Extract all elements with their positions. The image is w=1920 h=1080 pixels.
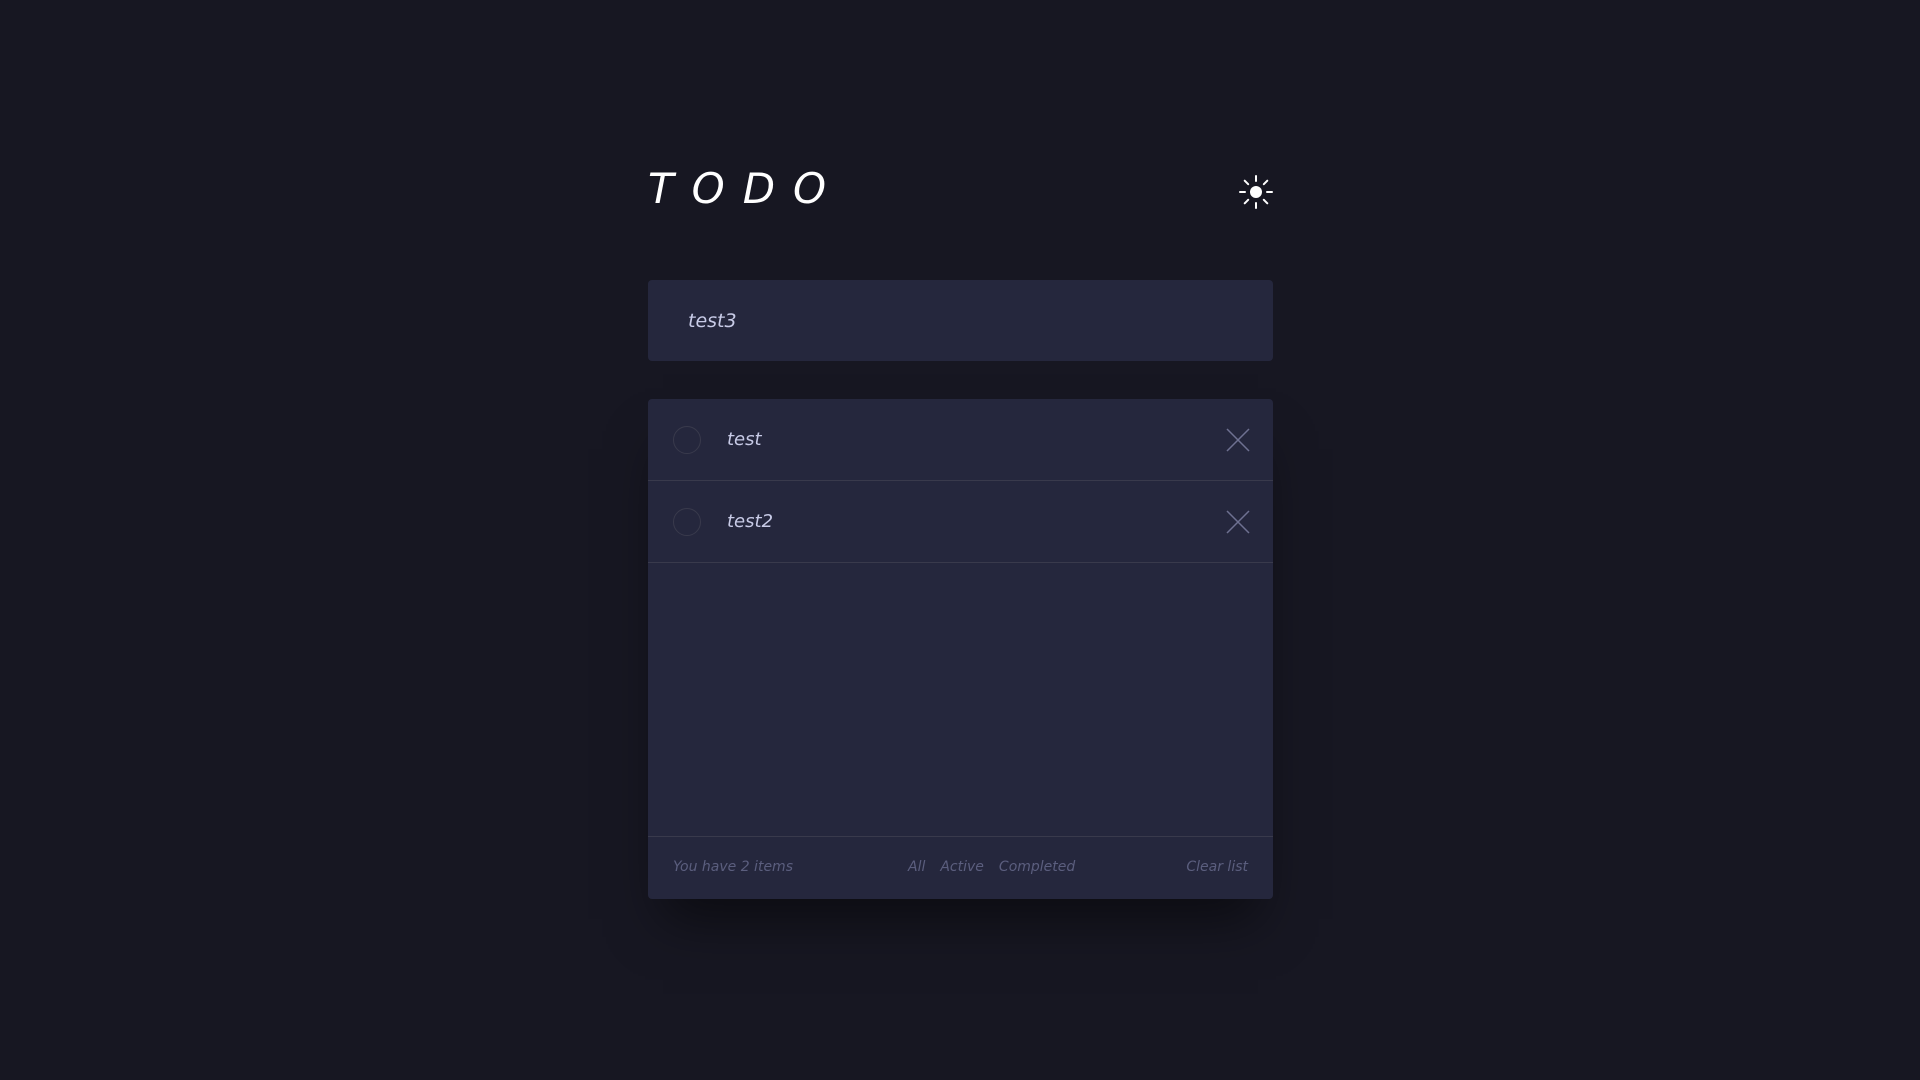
items-left-count: You have 2 items (673, 859, 793, 875)
todo-item: test2 (648, 481, 1273, 563)
todo-list: test test2 You have 2 items All Active C… (648, 399, 1273, 899)
todo-item: test (648, 399, 1273, 481)
delete-todo-button[interactable] (1225, 509, 1251, 535)
clear-list-button[interactable]: Clear list (1186, 859, 1248, 875)
theme-toggle-button[interactable] (1239, 175, 1273, 209)
todo-checkbox[interactable] (673, 507, 701, 536)
header: TODO (648, 160, 1273, 232)
todo-app: TODO test3 test test2 You have 2 items A… (648, 160, 1273, 899)
filter-completed[interactable]: Completed (999, 859, 1075, 875)
todo-checkbox[interactable] (673, 425, 701, 454)
filter-group: All Active Completed (908, 859, 1075, 875)
todo-text: test2 (727, 511, 774, 532)
close-icon (1226, 427, 1250, 452)
app-title: TODO (648, 164, 845, 213)
filter-all[interactable]: All (908, 859, 925, 875)
list-footer: You have 2 items All Active Completed Cl… (648, 836, 1273, 899)
delete-todo-button[interactable] (1225, 427, 1251, 453)
todo-text: test (727, 429, 762, 450)
filter-active[interactable]: Active (940, 859, 984, 875)
sun-icon (1239, 175, 1273, 209)
new-todo-box (648, 280, 1273, 361)
close-icon (1226, 509, 1250, 534)
new-todo-input[interactable] (648, 280, 1273, 361)
